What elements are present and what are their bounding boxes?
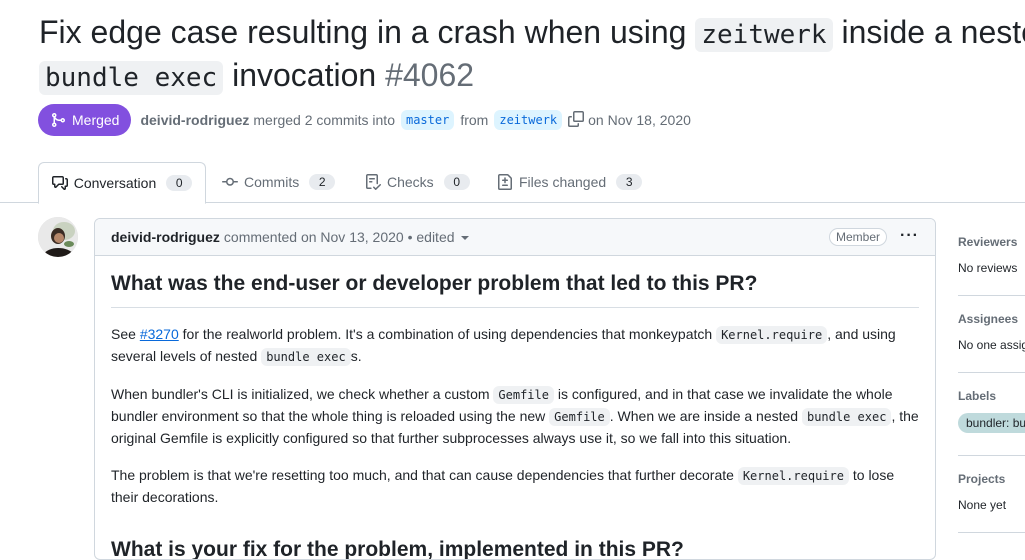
projects-value: None yet — [958, 498, 1007, 512]
reviewers-heading[interactable]: Reviewers — [958, 235, 1025, 249]
title-text: invocation — [223, 57, 386, 93]
git-commit-icon — [222, 177, 238, 186]
sidebar-reviewers: Reviewers No reviews — [958, 235, 1025, 275]
divider — [958, 295, 1025, 296]
assignees-heading[interactable]: Assignees — [958, 312, 1025, 326]
copy-icon[interactable] — [568, 110, 585, 130]
tab-checks-label: Checks — [387, 174, 434, 190]
tab-files-changed-count: 3 — [616, 174, 643, 190]
text: When bundler's CLI is initialized, we ch… — [111, 386, 494, 402]
file-diff-icon — [498, 174, 512, 190]
inline-code: Gemfile — [549, 408, 610, 426]
sidebar-assignees: Assignees No one assigned — [958, 312, 1025, 352]
checklist-icon — [366, 174, 381, 190]
from-text: from — [460, 112, 489, 128]
sidebar-projects: Projects None yet — [958, 472, 1025, 512]
chevron-down-icon[interactable] — [460, 236, 469, 240]
comment-header: deivid-rodriguez commented on Nov 13, 20… — [95, 219, 935, 256]
inline-code: Gemfile — [493, 386, 554, 404]
tab-files-changed[interactable]: Files changed 3 — [497, 162, 643, 202]
tab-checks-count: 0 — [443, 174, 470, 190]
text: . When we are inside a nested — [609, 408, 802, 424]
tab-commits[interactable]: Commits 2 — [222, 162, 336, 202]
inline-code: Kernel.require — [716, 326, 828, 344]
comment-discussion-icon — [51, 176, 68, 190]
label-pill[interactable]: bundler: bug fix — [958, 413, 1025, 433]
tab-conversation[interactable]: Conversation 0 — [38, 162, 206, 204]
merged-state-badge: Merged — [38, 104, 132, 136]
divider — [958, 455, 1025, 456]
title-text: inside a nested — [841, 14, 1025, 50]
pr-author-link[interactable]: deivid-rodriguez — [140, 112, 249, 128]
comment-paragraph: The problem is that we're resetting too … — [111, 465, 919, 508]
title-text: Fix edge case resulting in a crash when … — [39, 14, 696, 50]
pr-number: #4062 — [385, 57, 475, 93]
reviewers-value: No reviews — [958, 261, 1018, 275]
divider — [958, 532, 1025, 533]
title-code-bundle-exec: bundle exec — [39, 61, 224, 95]
comment-paragraph: When bundler's CLI is initialized, we ch… — [111, 384, 919, 449]
sidebar-labels: Labels bundler: bug fix — [958, 389, 1025, 433]
divider — [958, 372, 1025, 373]
tab-files-changed-label: Files changed — [519, 174, 607, 190]
assignees-value: No one assigned — [958, 338, 1025, 352]
merged-text: merged 2 commits into — [253, 112, 395, 128]
comment-meta[interactable]: commented on Nov 13, 2020 • edited — [224, 229, 455, 245]
tab-commits-label: Commits — [244, 174, 300, 190]
projects-heading[interactable]: Projects — [958, 472, 1025, 486]
title-code-zeitwerk: zeitwerk — [695, 18, 833, 52]
inline-code: Kernel.require — [737, 467, 849, 485]
base-branch-link[interactable]: master — [400, 110, 455, 130]
comment-heading-fix: What is your fix for the problem, implem… — [111, 536, 919, 559]
merged-state-label: Merged — [72, 112, 120, 128]
text: See — [111, 326, 140, 342]
pr-meta: Merged deivid-rodriguez merged 2 commits… — [38, 104, 691, 136]
tab-conversation-count: 0 — [166, 175, 193, 191]
tab-checks[interactable]: Checks 0 — [365, 162, 470, 202]
comment-box: deivid-rodriguez commented on Nov 13, 20… — [94, 218, 936, 560]
inline-code: bundle exec — [261, 348, 351, 366]
comment-body: What was the end-user or developer probl… — [95, 256, 935, 559]
inline-code: bundle exec — [801, 408, 892, 426]
issue-link[interactable]: #3270 — [140, 326, 179, 342]
text: for the realworld problem. It's a combin… — [178, 326, 717, 342]
tab-commits-count: 2 — [309, 174, 336, 190]
merge-date: on Nov 18, 2020 — [588, 112, 691, 128]
tab-conversation-label: Conversation — [73, 175, 157, 191]
head-branch-link[interactable]: zeitwerk — [494, 110, 563, 130]
pr-tabs: Conversation 0 Commits 2 Checks 0 Files … — [0, 162, 1025, 204]
comment-author-link[interactable]: deivid-rodriguez — [111, 229, 220, 245]
kebab-menu-icon[interactable]: ··· — [900, 227, 919, 245]
git-merge-icon — [52, 113, 66, 127]
text: The problem is that we're resetting too … — [111, 467, 738, 483]
member-badge: Member — [828, 228, 887, 246]
pr-title: Fix edge case resulting in a crash when … — [39, 12, 1025, 98]
comment-paragraph: See #3270 for the realworld problem. It'… — [111, 324, 919, 368]
text: s. — [350, 348, 362, 364]
avatar[interactable] — [38, 217, 78, 257]
labels-heading[interactable]: Labels — [958, 389, 1025, 403]
comment-heading-problem: What was the end-user or developer probl… — [111, 270, 919, 308]
